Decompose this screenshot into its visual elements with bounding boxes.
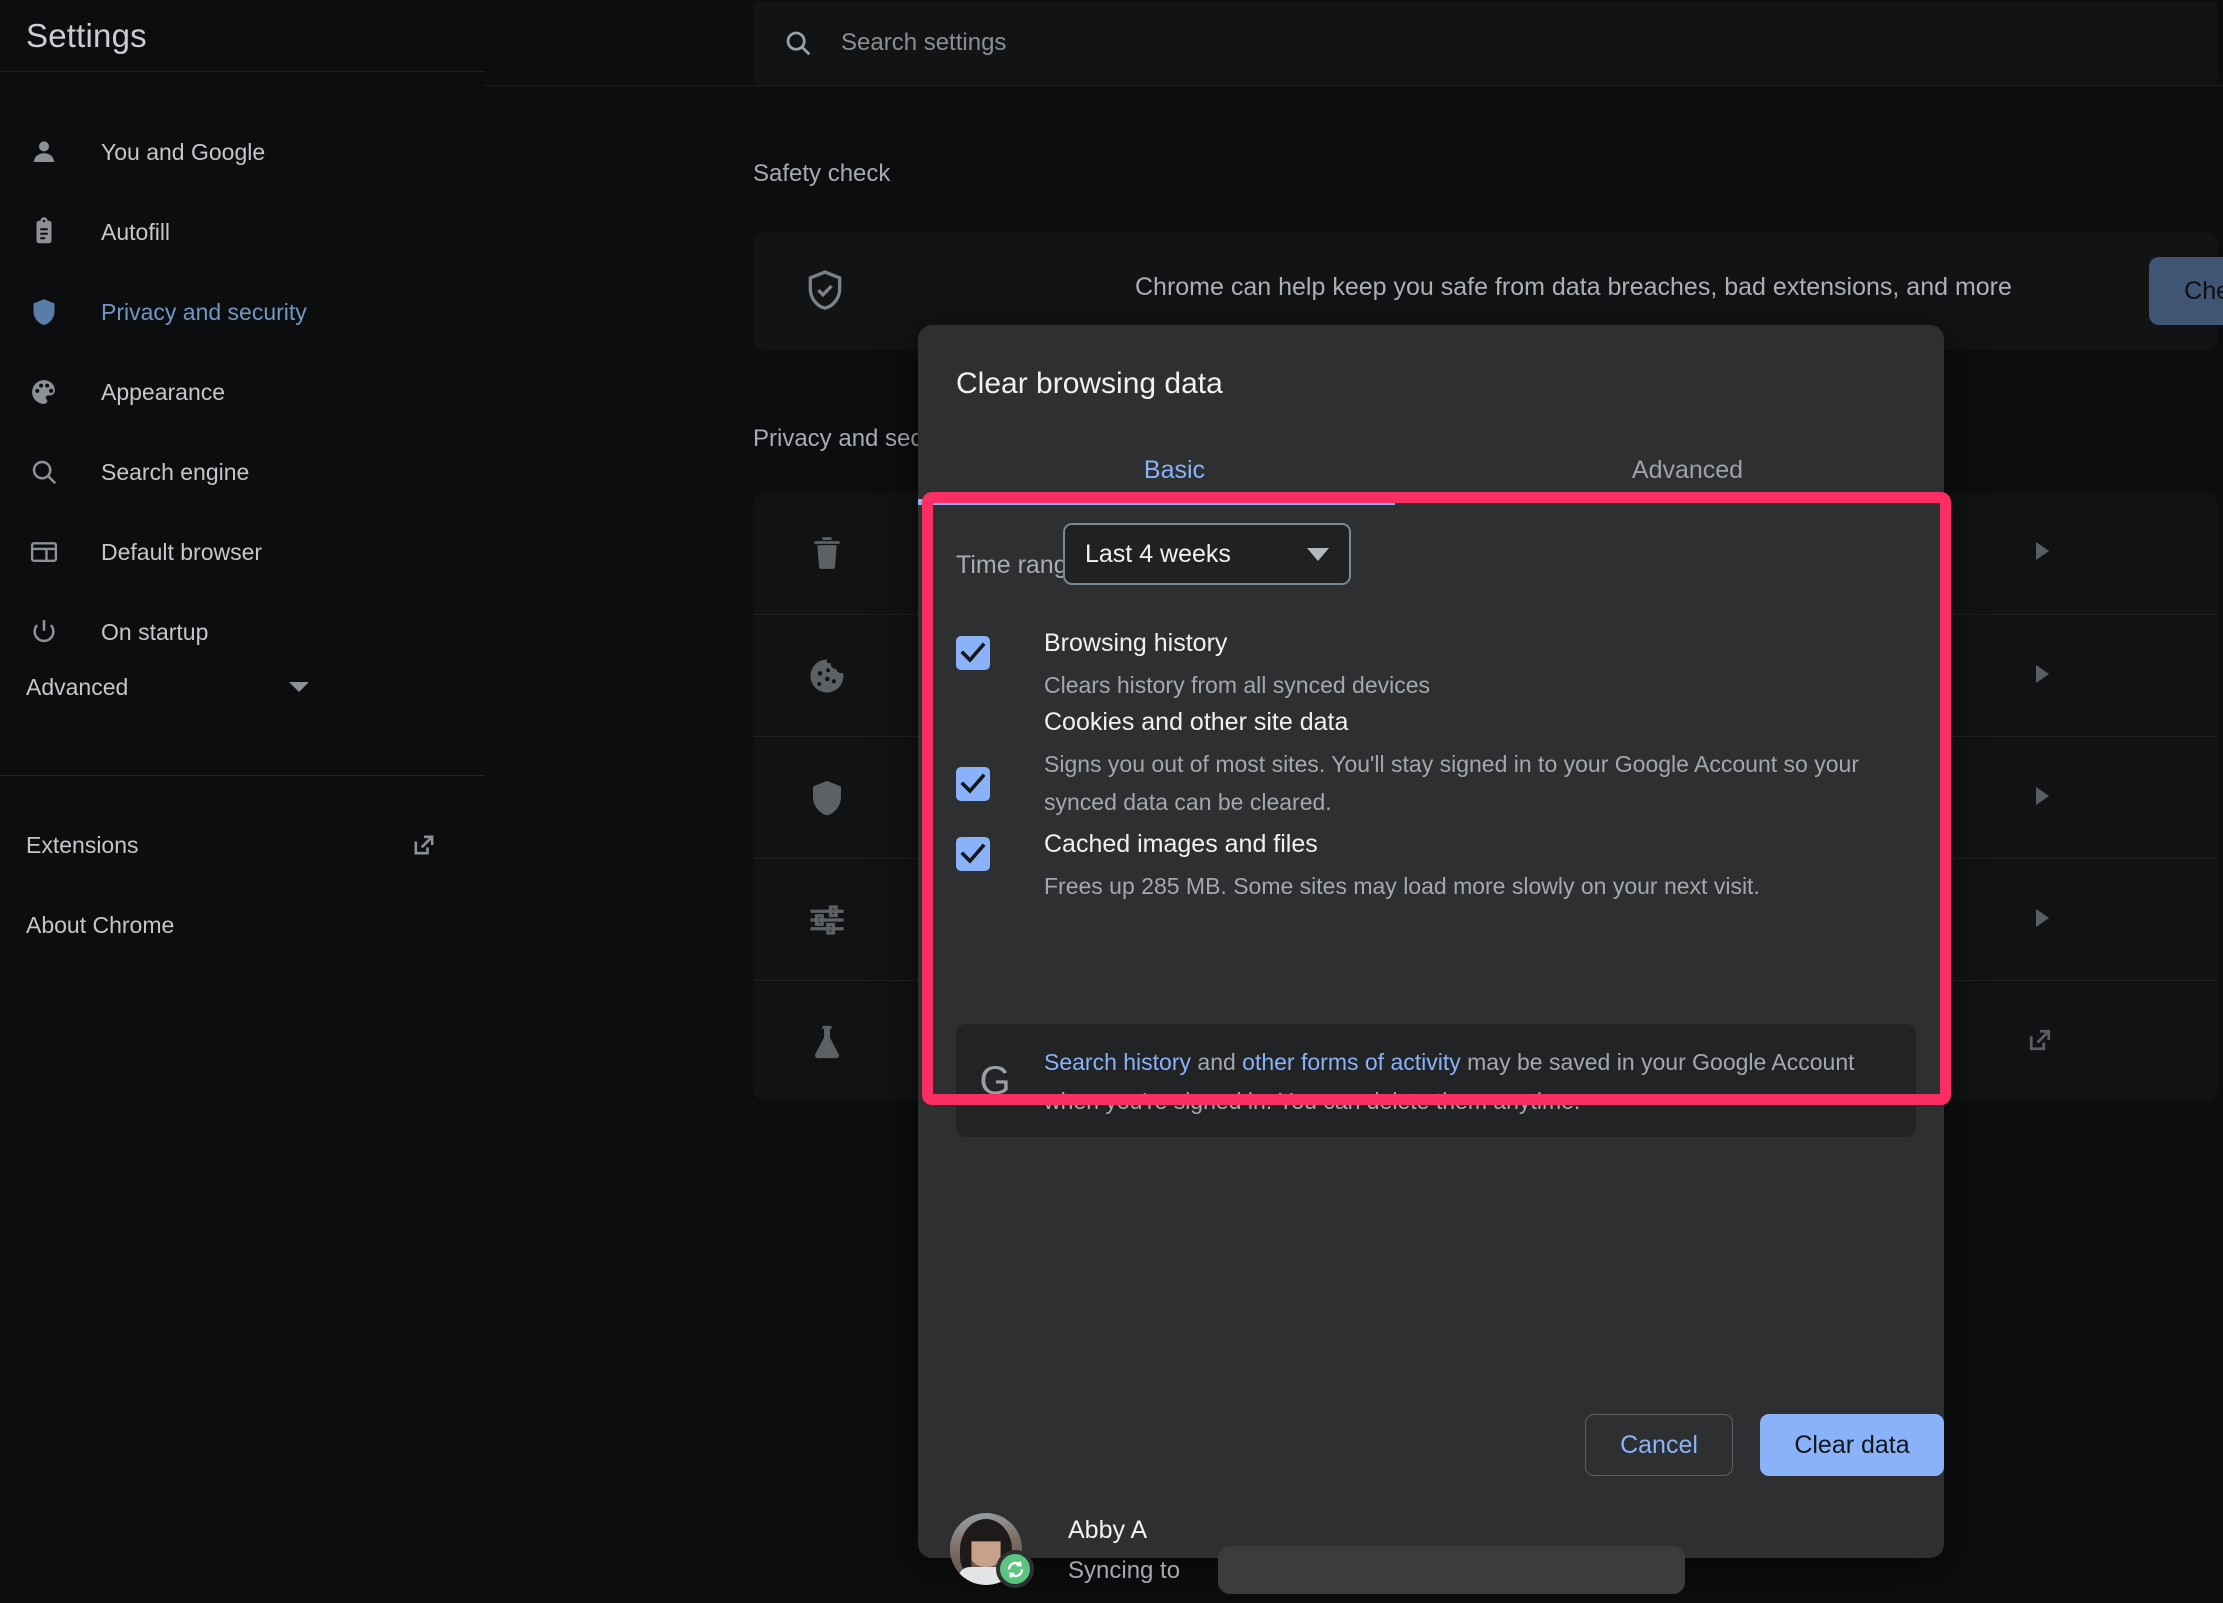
checkbox-description: Signs you out of most sites. You'll stay… <box>1044 751 1859 815</box>
account-email-redacted <box>1218 1546 1685 1594</box>
shield-check-icon <box>803 268 847 312</box>
sidebar-divider <box>0 71 485 72</box>
check-now-button[interactable]: Check now <box>2149 257 2223 325</box>
checkbox-description: Frees up 285 MB. Some sites may load mor… <box>1044 873 1760 899</box>
syncing-to-label: Syncing to <box>1068 1557 1181 1584</box>
checkbox-title: Cookies and other site data <box>1044 708 1349 736</box>
external-link-icon <box>410 831 438 859</box>
checkbox-title: Browsing history <box>1044 629 1228 657</box>
sidebar-item-appearance[interactable]: Appearance <box>0 352 485 432</box>
checkbox-description: Clears history from all synced devices <box>1044 672 1431 698</box>
dialog-title: Clear browsing data <box>956 367 1223 400</box>
sidebar-item-advanced[interactable]: Advanced <box>0 647 485 727</box>
clear-browsing-data-dialog: Clear browsing data Basic Advanced Time … <box>918 325 1951 1594</box>
palette-icon <box>26 374 62 410</box>
chevron-down-icon <box>288 680 310 694</box>
browser-window-icon <box>26 534 62 570</box>
dialog-tabs: Basic Advanced <box>918 441 1944 505</box>
sidebar-item-label: Search engine <box>101 458 250 485</box>
sidebar-item-label: Extensions <box>26 831 139 858</box>
person-icon <box>26 134 62 170</box>
sidebar-item-label: Default browser <box>101 538 263 565</box>
clear-data-button[interactable]: Clear data <box>1760 1414 1944 1476</box>
sliders-icon <box>806 899 848 941</box>
notice-mid: and <box>1191 1049 1243 1075</box>
chevron-right-icon <box>2036 542 2049 560</box>
sidebar-item-you-and-google[interactable]: You and Google <box>0 112 485 192</box>
google-g-icon: G <box>979 1059 1011 1103</box>
sidebar-item-about-chrome[interactable]: About Chrome <box>0 885 485 965</box>
sidebar-item-privacy-and-security[interactable]: Privacy and security <box>0 272 485 352</box>
checkbox-title: Cached images and files <box>1044 830 1318 858</box>
flask-icon <box>806 1021 848 1063</box>
sidebar-item-label: Appearance <box>101 378 226 405</box>
power-icon <box>26 614 62 650</box>
sidebar-divider-2 <box>0 775 485 776</box>
search-input[interactable] <box>841 29 2218 57</box>
other-forms-of-activity-link[interactable]: other forms of activity <box>1242 1049 1461 1075</box>
cookies-checkbox[interactable] <box>956 767 990 801</box>
settings-page: Settings You and Google Autofill Privacy <box>0 0 2223 1603</box>
google-account-notice: G Search history and other forms of acti… <box>956 1024 1916 1137</box>
safety-check-heading: Safety check <box>753 160 891 187</box>
sidebar-item-extensions[interactable]: Extensions <box>0 805 485 885</box>
sidebar: Settings You and Google Autofill Privacy <box>0 0 485 1603</box>
cookie-icon <box>806 655 848 697</box>
chevron-right-icon <box>2036 665 2049 683</box>
sidebar-item-label: About Chrome <box>26 911 175 938</box>
sync-status-icon <box>996 1550 1034 1588</box>
google-notice-text: Search history and other forms of activi… <box>1044 1043 1884 1121</box>
header-divider <box>485 85 2223 86</box>
chevron-right-icon <box>2036 909 2049 927</box>
shield-icon <box>806 777 848 819</box>
cached-images-checkbox[interactable] <box>956 837 990 871</box>
external-link-icon <box>2025 1025 2055 1055</box>
cancel-button[interactable]: Cancel <box>1585 1414 1733 1476</box>
shield-icon <box>26 294 62 330</box>
chevron-down-icon <box>1307 547 1329 561</box>
sidebar-item-label: On startup <box>101 618 209 645</box>
safety-check-text: Chrome can help keep you safe from data … <box>1135 273 2012 301</box>
sidebar-item-label: You and Google <box>101 138 266 165</box>
chevron-right-icon <box>2036 787 2049 805</box>
tab-basic[interactable]: Basic <box>918 441 1431 500</box>
search-bar[interactable] <box>753 1 2218 85</box>
sidebar-item-label: Autofill <box>101 218 171 245</box>
search-icon <box>783 28 813 58</box>
sidebar-item-label: Privacy and security <box>101 298 307 325</box>
sidebar-item-label: Advanced <box>26 673 129 700</box>
account-name: Abby A <box>1068 1516 1148 1544</box>
sidebar-item-default-browser[interactable]: Default browser <box>0 512 485 592</box>
sidebar-nav: You and Google Autofill Privacy and secu… <box>0 112 485 672</box>
page-title: Settings <box>26 17 147 54</box>
trash-icon <box>806 532 848 574</box>
search-history-link[interactable]: Search history <box>1044 1049 1191 1075</box>
sidebar-item-search-engine[interactable]: Search engine <box>0 432 485 512</box>
browsing-history-checkbox[interactable] <box>956 636 990 670</box>
time-range-select[interactable]: Last 4 weeks <box>1063 523 1351 585</box>
search-icon <box>26 454 62 490</box>
tab-advanced[interactable]: Advanced <box>1431 441 1944 500</box>
dialog-actions: Cancel Clear data <box>918 1398 1944 1498</box>
clipboard-icon <box>26 214 62 250</box>
tab-active-indicator <box>918 499 1395 505</box>
time-range-value: Last 4 weeks <box>1085 539 1231 568</box>
sidebar-item-autofill[interactable]: Autofill <box>0 192 485 272</box>
